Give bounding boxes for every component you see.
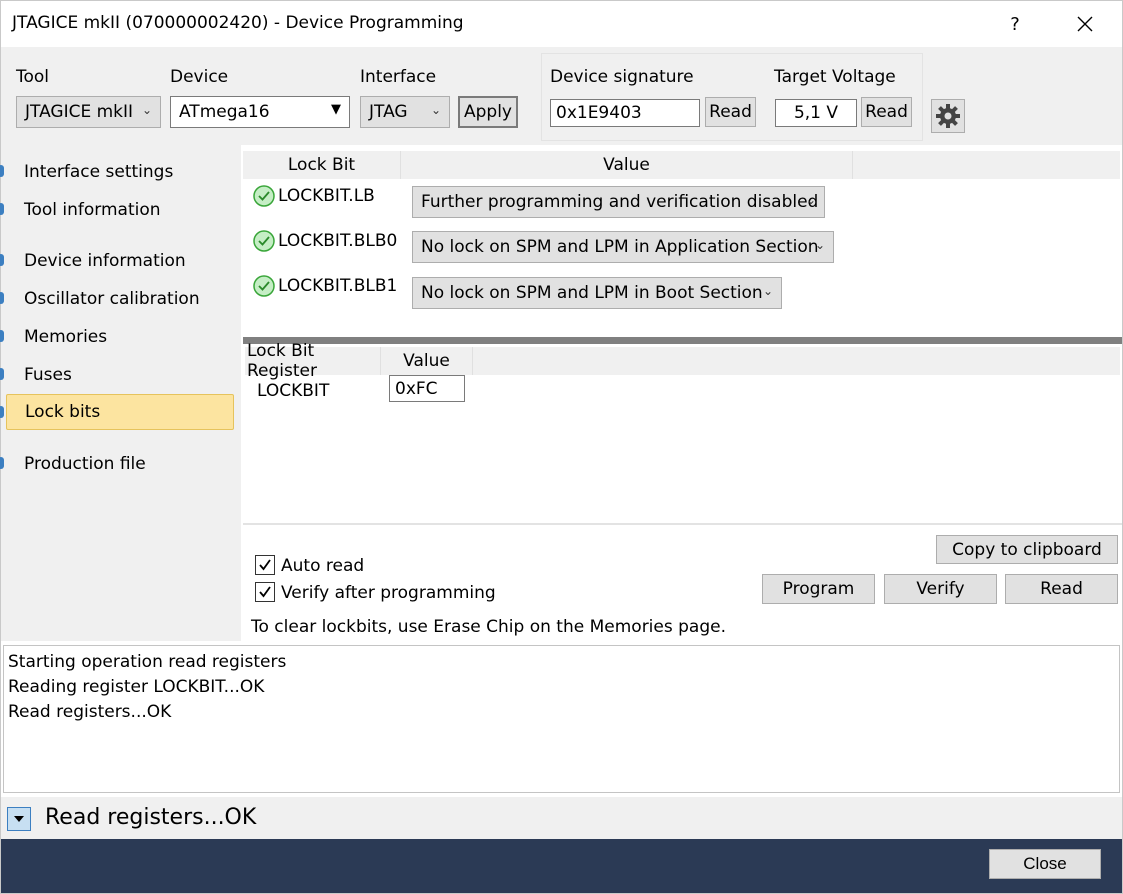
- sidebar-edge: [0, 145, 4, 641]
- chevron-down-icon: ⌄: [805, 193, 816, 207]
- apply-button[interactable]: Apply: [458, 96, 518, 128]
- sidebar-item-lock-bits[interactable]: Lock bits: [6, 394, 234, 430]
- register-value-field[interactable]: 0xFC: [389, 375, 465, 402]
- sidebar: Interface settings Tool information Devi…: [0, 145, 237, 641]
- auto-read-label: Auto read: [281, 556, 365, 576]
- sidebar-item-fuses[interactable]: Fuses: [6, 357, 234, 393]
- sidebar-item-label: Production file: [24, 454, 146, 474]
- program-button[interactable]: Program: [762, 574, 875, 604]
- device-select-value: ATmega16: [179, 102, 270, 122]
- column-header-register-value: Value: [381, 347, 473, 375]
- status-bar: Read registers...OK: [1, 797, 1122, 839]
- log-line: Read registers...OK: [8, 702, 172, 722]
- chevron-down-icon: ⌄: [141, 103, 152, 117]
- signature-label: Device signature: [550, 67, 694, 87]
- interface-label: Interface: [360, 67, 437, 87]
- checkmark-icon: [259, 559, 271, 571]
- close-icon: [1077, 16, 1093, 32]
- sidebar-item-label: Lock bits: [25, 402, 101, 422]
- chevron-down-icon: ⌄: [814, 238, 825, 252]
- check-circle-icon: [253, 185, 275, 207]
- sidebar-item-label: Fuses: [24, 365, 72, 385]
- interface-select[interactable]: JTAG ⌄: [360, 96, 450, 128]
- interface-select-value: JTAG: [369, 102, 408, 122]
- read-button[interactable]: Read: [1005, 574, 1118, 604]
- settings-button[interactable]: [931, 99, 965, 133]
- action-area: Auto read Verify after programming Copy …: [243, 523, 1122, 641]
- auto-read-checkbox[interactable]: [255, 555, 275, 575]
- column-header-value: Value: [401, 151, 853, 179]
- tool-select-value: JTAGICE mkII: [25, 102, 134, 122]
- output-log[interactable]: Starting operation read registers Readin…: [3, 645, 1120, 793]
- lockbit-value: Further programming and verification dis…: [421, 192, 819, 212]
- lockbit-value: No lock on SPM and LPM in Boot Section: [421, 283, 763, 303]
- signature-field[interactable]: 0x1E9403: [550, 99, 700, 127]
- voltage-field[interactable]: 5,1 V: [775, 99, 857, 127]
- verify-after-programming-checkbox[interactable]: [255, 582, 275, 602]
- sidebar-item-tool-information[interactable]: Tool information: [6, 192, 234, 228]
- sidebar-item-label: Interface settings: [24, 162, 174, 182]
- log-line: Reading register LOCKBIT...OK: [8, 677, 265, 697]
- chevron-down-icon: ⌄: [762, 284, 773, 298]
- lockbit-value: No lock on SPM and LPM in Application Se…: [421, 237, 819, 257]
- verify-after-programming-label: Verify after programming: [281, 583, 496, 603]
- sidebar-item-interface-settings[interactable]: Interface settings: [6, 154, 234, 190]
- lockbit-value-select[interactable]: Further programming and verification dis…: [412, 186, 825, 218]
- tool-label: Tool: [16, 67, 50, 87]
- sidebar-item-production-file[interactable]: Production file: [6, 446, 234, 482]
- verify-button[interactable]: Verify: [884, 574, 997, 604]
- sidebar-item-memories[interactable]: Memories: [6, 319, 234, 355]
- device-programming-window: JTAGICE mkII (070000002420) - Device Pro…: [0, 0, 1123, 894]
- log-line: Starting operation read registers: [8, 652, 287, 672]
- column-header-register: Lock Bit Register: [245, 341, 381, 381]
- checkmark-icon: [259, 586, 271, 598]
- sidebar-item-device-information[interactable]: Device information: [6, 243, 234, 279]
- sidebar-item-label: Oscillator calibration: [24, 289, 200, 309]
- register-table-header: Lock Bit Register Value: [245, 341, 1120, 381]
- lockbit-value-select[interactable]: No lock on SPM and LPM in Boot Section ⌄: [412, 277, 782, 309]
- sidebar-item-label: Tool information: [24, 200, 161, 220]
- lockbit-name: LOCKBIT.LB: [278, 186, 375, 206]
- read-signature-button[interactable]: Read: [705, 97, 756, 127]
- dialog-footer: Close: [1, 839, 1122, 893]
- toolbar: Tool JTAGICE mkII ⌄ Device ATmega16 ▼ In…: [1, 47, 1122, 145]
- check-circle-icon: [253, 275, 275, 297]
- gear-icon: [936, 104, 960, 128]
- device-select[interactable]: ATmega16 ▼: [170, 96, 350, 128]
- voltage-label: Target Voltage: [774, 67, 896, 87]
- expand-log-button[interactable]: [7, 807, 31, 831]
- device-label: Device: [170, 67, 229, 87]
- title-bar: JTAGICE mkII (070000002420) - Device Pro…: [1, 1, 1122, 47]
- lockbit-value-select[interactable]: No lock on SPM and LPM in Application Se…: [412, 231, 834, 263]
- close-button[interactable]: Close: [989, 849, 1101, 879]
- lockbit-table-header: Lock Bit Value: [243, 151, 1120, 179]
- erase-hint: To clear lockbits, use Erase Chip on the…: [251, 617, 726, 637]
- help-button[interactable]: ?: [995, 7, 1035, 41]
- sidebar-item-label: Device information: [24, 251, 186, 271]
- sidebar-item-label: Memories: [24, 327, 108, 347]
- register-name: LOCKBIT: [257, 381, 330, 401]
- read-voltage-button[interactable]: Read: [861, 97, 912, 127]
- column-header-lock-bit: Lock Bit: [243, 151, 401, 179]
- dropdown-arrow-icon: ▼: [331, 102, 341, 117]
- check-circle-icon: [253, 230, 275, 252]
- lockbit-name: LOCKBIT.BLB1: [278, 276, 398, 296]
- status-text: Read registers...OK: [45, 805, 257, 830]
- window-title: JTAGICE mkII (070000002420) - Device Pro…: [12, 13, 464, 33]
- chevron-down-icon: ⌄: [430, 103, 441, 117]
- chevron-down-icon: [14, 816, 24, 822]
- lockbit-name: LOCKBIT.BLB0: [278, 231, 398, 251]
- sidebar-item-oscillator-calibration[interactable]: Oscillator calibration: [6, 281, 234, 317]
- lock-bits-panel: Lock Bit Value LOCKBIT.LB Further progra…: [237, 145, 1122, 641]
- tool-select[interactable]: JTAGICE mkII ⌄: [16, 96, 161, 128]
- close-window-button[interactable]: [1065, 7, 1105, 41]
- copy-to-clipboard-button[interactable]: Copy to clipboard: [936, 535, 1118, 564]
